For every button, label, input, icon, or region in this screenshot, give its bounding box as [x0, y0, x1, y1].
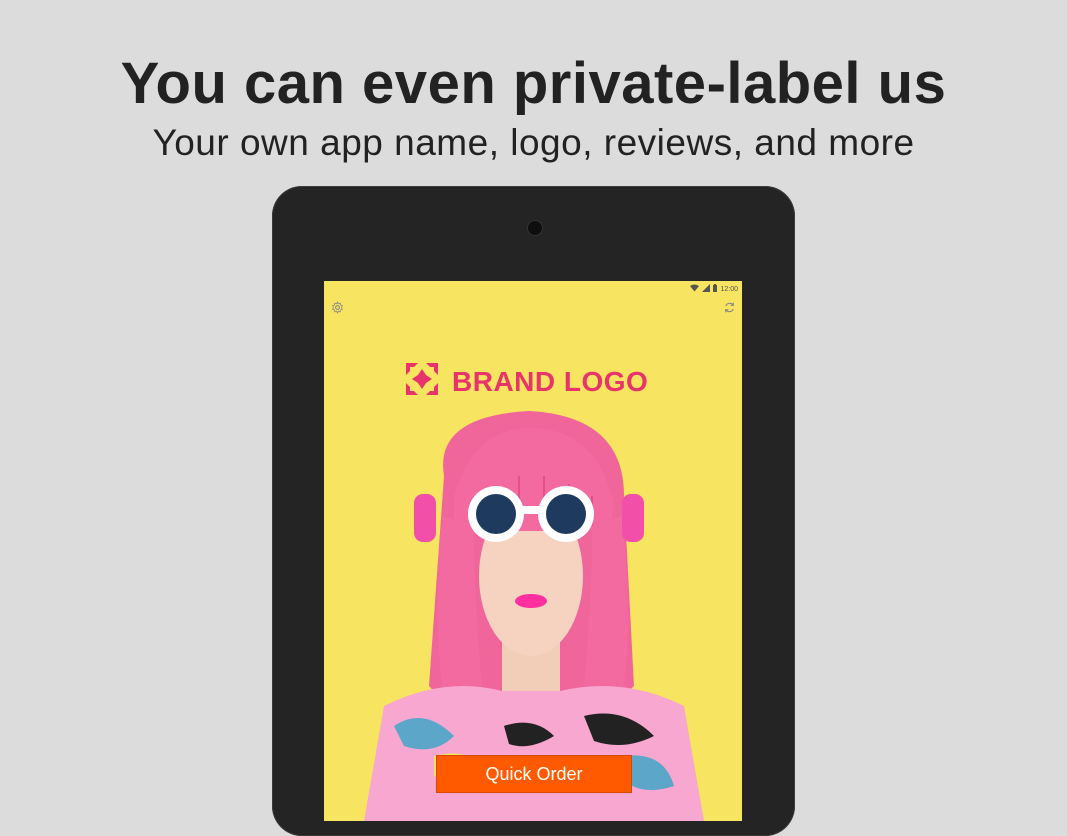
refresh-icon[interactable]: [721, 299, 737, 315]
front-camera: [527, 220, 543, 236]
subheadline: Your own app name, logo, reviews, and mo…: [152, 122, 915, 163]
tablet-frame: 12:00 BRAND LOGO Quick Order: [272, 186, 795, 836]
status-bar: 12:00: [690, 283, 738, 295]
brand-logo-text: BRAND LOGO: [452, 365, 649, 397]
wifi-icon: [690, 284, 700, 294]
battery-icon: [713, 284, 718, 294]
app-screen: 12:00 BRAND LOGO Quick Order: [324, 281, 742, 821]
quick-order-button[interactable]: Quick Order: [436, 755, 632, 793]
headline: You can even private-label us: [120, 51, 947, 116]
status-time: 12:00: [720, 285, 738, 293]
signal-icon: [702, 284, 711, 294]
gear-icon[interactable]: [329, 299, 345, 315]
brand-logo: BRAND LOGO: [404, 361, 648, 402]
brand-logo-icon: [404, 361, 440, 402]
